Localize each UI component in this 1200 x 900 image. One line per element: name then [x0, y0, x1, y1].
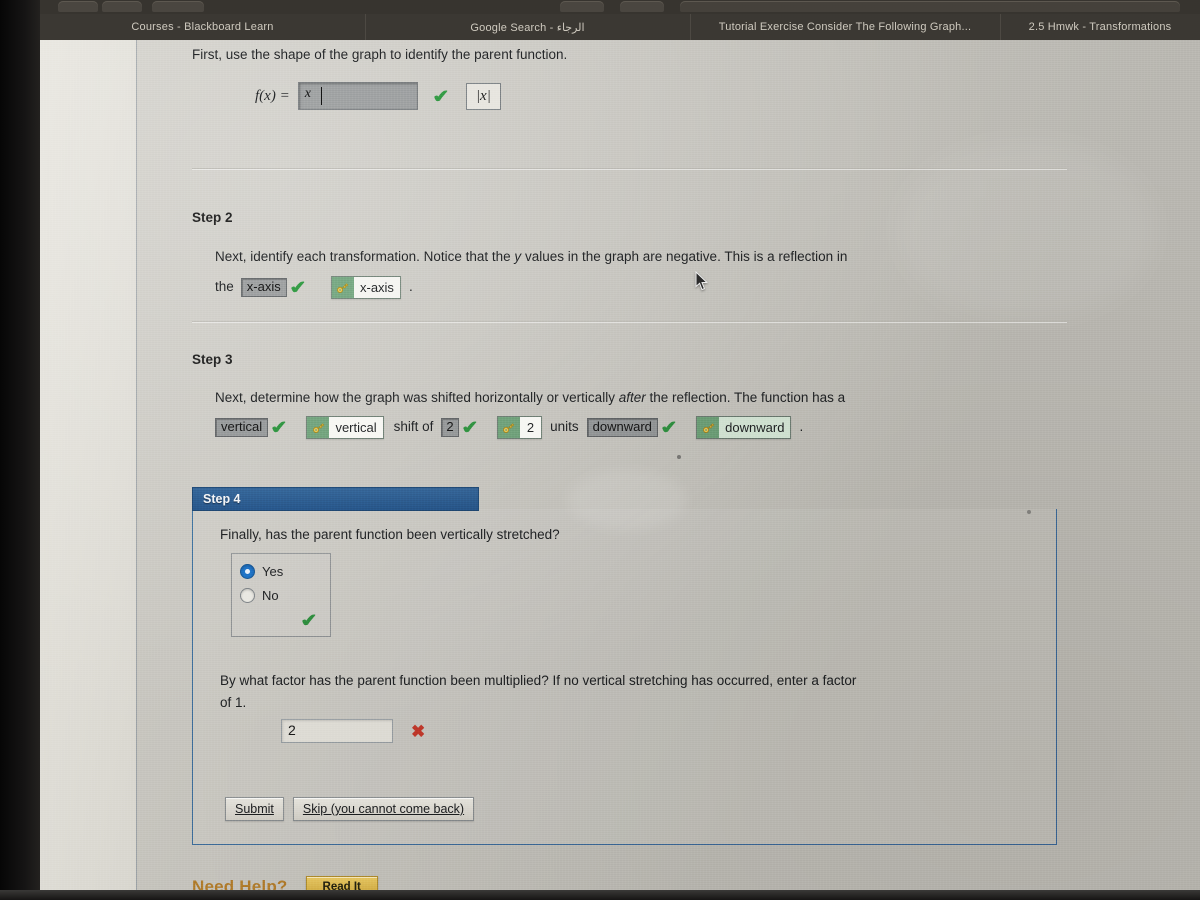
- tab-label: Courses - Blackboard Learn: [131, 21, 274, 33]
- step3-period: .: [799, 419, 804, 435]
- step4-header: Step 4: [192, 487, 479, 511]
- step4-panel: Finally, has the parent function been ve…: [192, 509, 1057, 845]
- check-icon: ✔: [269, 417, 290, 438]
- browser-title-bar: [40, 0, 1200, 14]
- screen-bezel-left: [0, 0, 40, 900]
- step2-title: Step 2: [192, 210, 233, 225]
- factor-input-value: 2: [288, 722, 296, 738]
- key-icon: [331, 277, 354, 298]
- step2-answer-row: the x-axis ✔ x-axis .: [215, 276, 413, 299]
- check-icon: ✔: [459, 417, 480, 438]
- radio-yes-label: Yes: [262, 564, 284, 579]
- step3-direction-key-text: vertical: [329, 417, 383, 438]
- step2-y-italic: y: [514, 249, 522, 264]
- radio-option-yes[interactable]: Yes: [240, 564, 322, 579]
- factor-question-line1: By what factor has the parent function b…: [220, 673, 857, 688]
- step1-answer-row: f(x) = x ✔ |x|: [255, 82, 501, 110]
- screen-dust-1: [677, 455, 681, 459]
- step3-text-1: Next, determine how the graph was shifte…: [215, 390, 615, 405]
- radio-yes-icon[interactable]: [240, 564, 255, 579]
- window-button-1[interactable]: [58, 1, 98, 12]
- step2-period: .: [408, 279, 413, 295]
- step4-header-label: Step 4: [203, 492, 241, 506]
- window-button-4[interactable]: [560, 1, 604, 12]
- step3-text: Next, determine how the graph was shifte…: [215, 388, 1135, 408]
- step3-title: Step 3: [192, 352, 233, 367]
- check-icon: ✔: [430, 85, 451, 107]
- step3-text-2: the reflection. The function has a: [649, 390, 846, 405]
- divider-2: [192, 321, 1067, 322]
- key-icon: [307, 417, 330, 438]
- submit-button[interactable]: Submit: [225, 797, 284, 821]
- check-icon: ✔: [298, 610, 319, 631]
- browser-tab-bar: Courses - Blackboard Learn Google Search…: [40, 14, 1200, 40]
- key-icon: [497, 417, 520, 438]
- page-left-gutter: [40, 40, 136, 892]
- window-button-5[interactable]: [620, 1, 664, 12]
- step1-prompt: First, use the shape of the graph to ide…: [192, 47, 568, 62]
- step2-text-before: Next, identify each transformation. Noti…: [215, 249, 511, 264]
- tab-label: Tutorial Exercise Consider The Following…: [718, 21, 972, 33]
- step3-downward-chip[interactable]: downward: [586, 417, 658, 438]
- tab-label: 2.5 Hmwk - Transformations: [1028, 21, 1172, 33]
- factor-question-line2: of 1.: [220, 695, 247, 710]
- step2-text-after: values in the graph are negative. This i…: [524, 249, 848, 264]
- step3-answer-row: vertical ✔ vertical shift of 2 ✔ 2 units…: [215, 416, 803, 439]
- divider-1: [192, 168, 1067, 169]
- step3-direction-chip[interactable]: vertical: [215, 417, 269, 438]
- mouse-cursor: [695, 270, 709, 291]
- text-caret: [320, 87, 322, 105]
- step3-downward-key[interactable]: downward: [696, 416, 792, 439]
- step2-text: Next, identify each transformation. Noti…: [215, 247, 1115, 267]
- vertical-stretch-radio-group: Yes No ✔: [231, 553, 331, 637]
- tab-label: Google Search - الرجاء: [470, 21, 585, 34]
- window-button-2[interactable]: [102, 1, 142, 12]
- step3-mid-text: shift of: [393, 419, 434, 435]
- step3-units-key[interactable]: 2: [496, 416, 543, 439]
- address-bar[interactable]: [680, 1, 1180, 12]
- screen-bezel-bottom: [0, 890, 1200, 900]
- step4-question: Finally, has the parent function been ve…: [220, 527, 560, 542]
- check-icon: ✔: [658, 417, 680, 438]
- radio-no-icon[interactable]: [240, 588, 255, 603]
- step3-units-word: units: [550, 419, 579, 435]
- step3-units-chip[interactable]: 2: [441, 417, 459, 438]
- step3-after-italic: after: [618, 390, 646, 405]
- screen-photo: Courses - Blackboard Learn Google Search…: [0, 0, 1200, 900]
- skip-button[interactable]: Skip (you cannot come back): [292, 797, 475, 821]
- browser-tab-tutorial-exercise[interactable]: Tutorial Exercise Consider The Following…: [690, 14, 1001, 40]
- key-icon: [697, 417, 720, 438]
- step1-answer-input[interactable]: x: [297, 82, 418, 110]
- window-button-3[interactable]: [152, 1, 204, 12]
- step1-answer-preview: |x|: [465, 82, 501, 110]
- step1-fx-label: f(x) =: [255, 87, 290, 104]
- check-icon: ✔: [287, 277, 308, 298]
- browser-tab-google-search[interactable]: Google Search - الرجاء: [365, 14, 691, 40]
- radio-status: ✔: [240, 610, 322, 631]
- radio-option-no[interactable]: No: [240, 588, 322, 603]
- step2-answer-chip[interactable]: x-axis: [240, 277, 287, 298]
- step2-key-answer-text: x-axis: [353, 277, 400, 298]
- factor-input[interactable]: 2: [281, 719, 393, 743]
- factor-answer-row: 2 ✖: [281, 719, 425, 743]
- screen-glare-2: [897, 140, 1157, 320]
- step2-line-lead: the: [215, 279, 234, 295]
- browser-tab-hmwk-transformations[interactable]: 2.5 Hmwk - Transformations: [1000, 14, 1200, 40]
- step3-downward-key-text: downward: [719, 417, 791, 438]
- exercise-content: First, use the shape of the graph to ide…: [137, 40, 1200, 892]
- x-icon: ✖: [411, 721, 426, 741]
- web-page: First, use the shape of the graph to ide…: [40, 40, 1200, 892]
- step3-units-key-text: 2: [519, 417, 542, 438]
- step1-answer-value: x: [304, 86, 311, 101]
- browser-tab-courses[interactable]: Courses - Blackboard Learn: [40, 14, 366, 40]
- step3-direction-key[interactable]: vertical: [306, 416, 384, 439]
- step2-correct-answer-key[interactable]: x-axis: [330, 276, 401, 299]
- radio-no-label: No: [262, 588, 279, 603]
- step4-buttons: Submit Skip (you cannot come back): [225, 797, 475, 821]
